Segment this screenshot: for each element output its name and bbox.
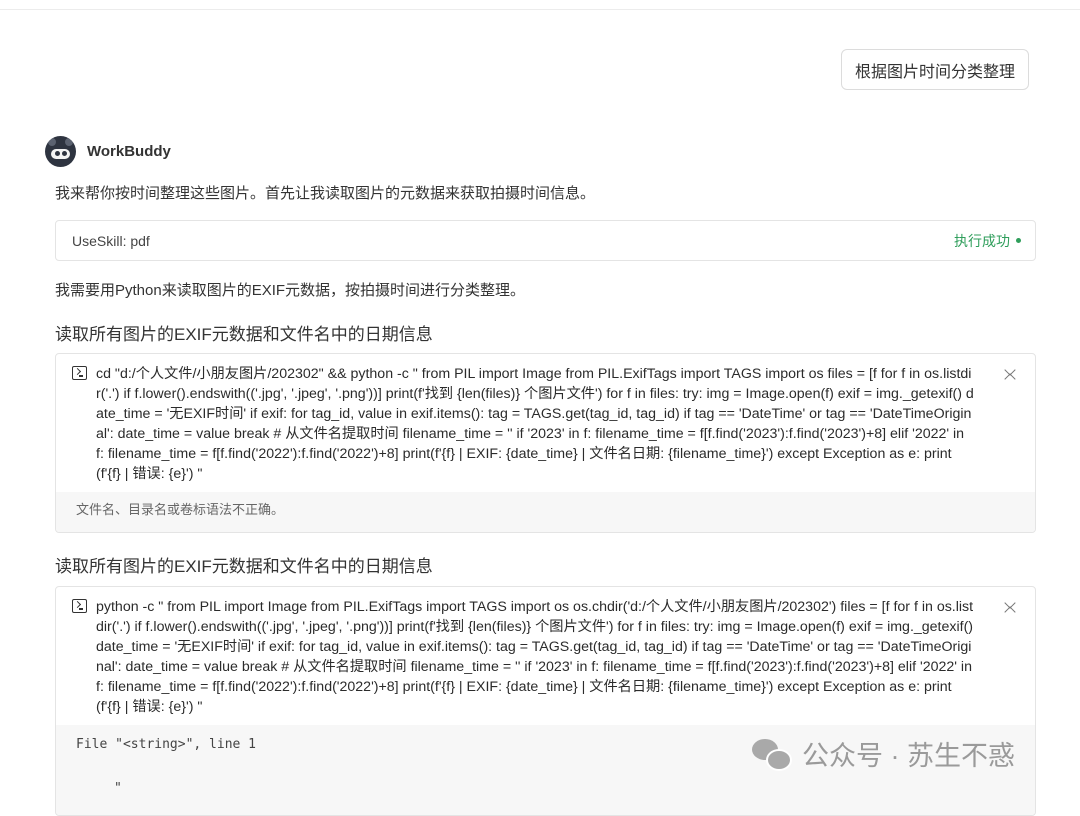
command-block: python -c " from PIL import Image from P… xyxy=(55,586,1036,816)
skill-status: 执行成功 xyxy=(954,231,1021,251)
skill-name: UseSkill: pdf xyxy=(72,232,150,249)
collapse-toggle-icon[interactable] xyxy=(1004,364,1017,385)
command-header[interactable]: python -c " from PIL import Image from P… xyxy=(56,587,1035,725)
step-heading: 读取所有图片的EXIF元数据和文件名中的日期信息 xyxy=(55,325,433,344)
status-dot-icon xyxy=(1016,238,1021,243)
command-output: 文件名、目录名或卷标语法不正确。 xyxy=(56,492,1035,532)
command-text: cd "d:/个人文件/小朋友图片/202302" && python -c "… xyxy=(96,366,974,482)
collapse-toggle-icon[interactable] xyxy=(1004,597,1017,618)
watermark: 公众号 · 苏生不惑 xyxy=(752,734,1015,773)
assistant-intro-text: 我来帮你按时间整理这些图片。首先让我读取图片的元数据来获取拍摄时间信息。 xyxy=(55,185,596,202)
command-text: python -c " from PIL import Image from P… xyxy=(96,599,974,715)
wechat-icon xyxy=(752,737,792,771)
workbuddy-avatar-icon xyxy=(45,135,76,167)
skill-call-card[interactable]: UseSkill: pdf 执行成功 xyxy=(55,220,1036,261)
command-header[interactable]: cd "d:/个人文件/小朋友图片/202302" && python -c "… xyxy=(56,354,1035,492)
output-text: 文件名、目录名或卷标语法不正确。 xyxy=(76,503,285,518)
assistant-python-text: 我需要用Python来读取图片的EXIF元数据，按拍摄时间进行分类整理。 xyxy=(55,282,526,299)
output-line: " xyxy=(114,781,122,796)
terminal-icon xyxy=(72,366,87,380)
command-block: cd "d:/个人文件/小朋友图片/202302" && python -c "… xyxy=(55,353,1036,533)
assistant-header: WorkBuddy xyxy=(45,135,171,167)
watermark-text: 公众号 · 苏生不惑 xyxy=(802,741,1015,771)
user-message-bubble: 根据图片时间分类整理 xyxy=(841,49,1029,90)
top-divider xyxy=(0,9,1080,10)
assistant-name: WorkBuddy xyxy=(87,142,171,160)
step-heading: 读取所有图片的EXIF元数据和文件名中的日期信息 xyxy=(55,557,433,576)
skill-status-label: 执行成功 xyxy=(954,232,1010,249)
terminal-icon xyxy=(72,599,87,613)
